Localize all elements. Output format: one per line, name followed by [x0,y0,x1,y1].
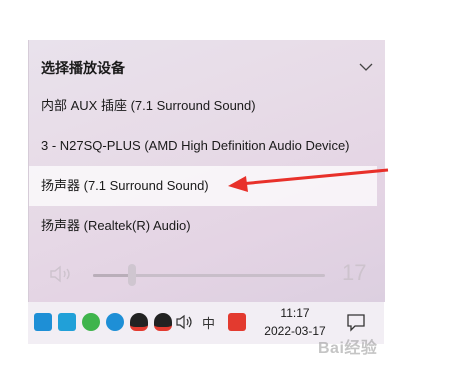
volume-value: 17 [342,260,367,285]
wechat-icon[interactable] [82,313,100,331]
app-icon-1[interactable] [34,313,52,331]
ime-indicator[interactable]: 中 [202,313,215,332]
chevron-down-icon[interactable] [359,62,373,72]
panel-title: 选择播放设备 [41,60,125,76]
clock-time: 11:17 [280,306,310,320]
qq-icon-2[interactable] [154,313,172,331]
volume-row: 17 [29,254,385,294]
qq-icon[interactable] [130,313,148,331]
watermark: Bai经验 [318,340,378,357]
app-icon-2[interactable] [58,313,76,331]
device-item-aux[interactable]: 内部 AUX 插座 (7.1 Surround Sound) [29,86,377,126]
volume-slider-fill [93,274,132,277]
device-item-speaker-realtek[interactable]: 扬声器 (Realtek(R) Audio) [29,206,377,246]
sogou-icon[interactable] [228,313,246,331]
red-arrow-annotation [228,168,389,192]
volume-slider[interactable] [93,264,325,286]
device-item-n27sq[interactable]: 3 - N27SQ-PLUS (AMD High Definition Audi… [29,126,377,166]
notification-icon[interactable] [346,312,366,332]
volume-slider-thumb[interactable] [128,264,136,286]
kugou-icon[interactable] [106,313,124,331]
volume-tray-icon[interactable] [176,313,194,331]
speaker-icon[interactable] [49,264,75,284]
